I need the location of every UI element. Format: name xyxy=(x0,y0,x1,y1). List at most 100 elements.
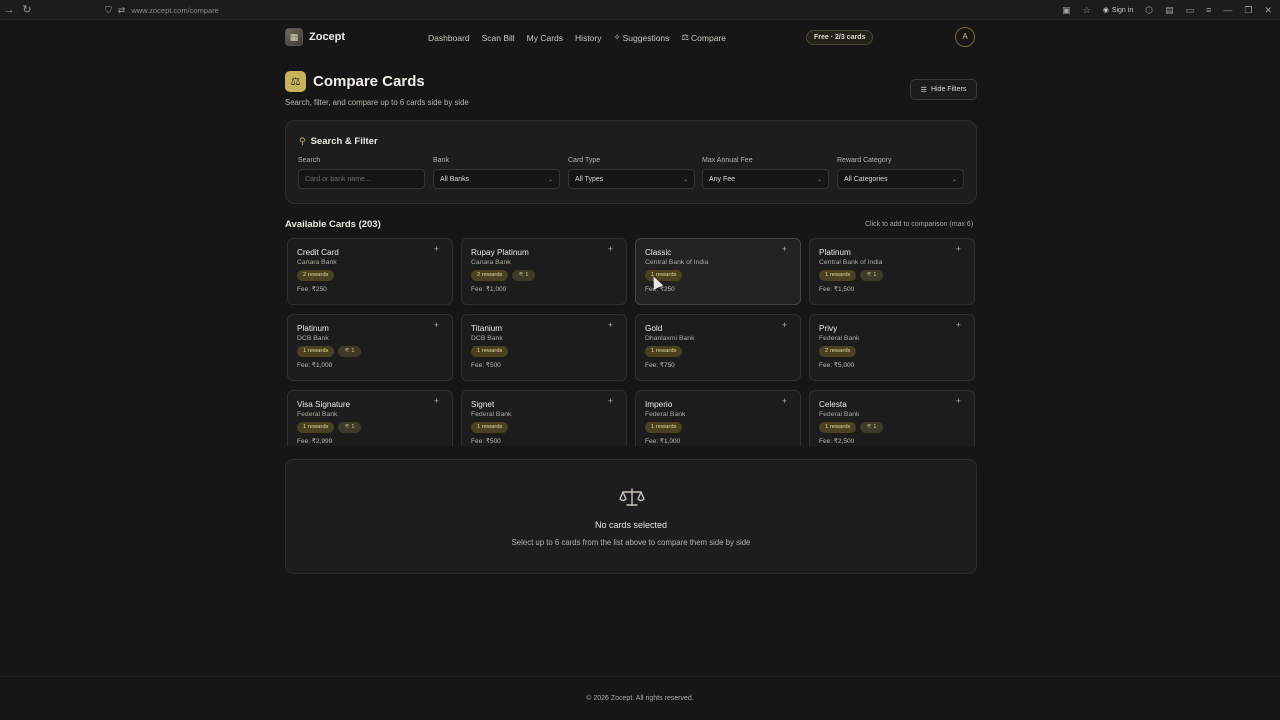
nav-compare-link[interactable]: ⚖ Compare xyxy=(681,32,726,43)
logo[interactable]: ▦ Zocept xyxy=(285,28,345,46)
card-fee: Fee: ₹5,000 xyxy=(819,362,855,369)
plus-icon[interactable]: + xyxy=(956,396,961,406)
back-icon[interactable]: → xyxy=(0,1,18,19)
avatar[interactable]: A xyxy=(955,27,975,47)
card-bank: Federal Bank xyxy=(819,411,860,418)
reload-icon[interactable]: ↻ xyxy=(18,1,36,19)
reward-category-field: Reward Category All Categories ⌄ xyxy=(837,157,964,189)
card-fee: Fee: ₹1,000 xyxy=(297,362,333,369)
card-fee: Fee: ₹500 xyxy=(471,438,501,445)
plus-icon[interactable]: + xyxy=(782,244,787,254)
card-badges: 1 rewards xyxy=(645,270,791,281)
bank-select[interactable]: All Banks ⌄ xyxy=(433,169,560,189)
nav-my-cards[interactable]: My Cards xyxy=(527,32,563,43)
card-tile[interactable]: + Privy Federal Bank 2 rewards Fee: ₹5,000 xyxy=(809,314,975,381)
nav-dashboard[interactable]: Dashboard xyxy=(428,32,470,43)
hide-filters-label: Hide Filters xyxy=(930,86,967,93)
card-tile[interactable]: + Platinum DCB Bank 1 rewards ⚟ 1 Fee: ₹1,000 xyxy=(287,314,453,381)
nav-history[interactable]: History xyxy=(575,32,601,43)
plus-icon[interactable]: + xyxy=(956,320,961,330)
rewards-badge: 1 rewards xyxy=(471,422,509,433)
rewards-badge: 1 rewards xyxy=(297,422,335,433)
card-type-field: Card Type All Types ⌄ xyxy=(568,157,695,189)
plus-icon[interactable]: + xyxy=(608,320,613,330)
minimize-icon[interactable]: — xyxy=(1223,5,1232,15)
plan-badge[interactable]: Free · 2/3 cards xyxy=(806,30,874,45)
search-field: Search Card or bank name... xyxy=(298,157,425,189)
nav-scan-bill[interactable]: Scan Bill xyxy=(482,32,515,43)
nav-suggestions-link[interactable]: ✧ Suggestions xyxy=(614,32,670,43)
card-tile[interactable]: + Credit Card Canara Bank 2 rewards Fee: ₹25… xyxy=(287,238,453,305)
filter-heading: ⚲ Search & Filter xyxy=(299,136,378,147)
card-tile[interactable]: + Imperio Federal Bank 1 rewards Fee: ₹1,000 xyxy=(635,390,801,446)
card-tile[interactable]: + Rupay Platinum Canara Bank 2 rewards ⚟ 1 Fe… xyxy=(461,238,627,305)
rewards-badge: 1 rewards xyxy=(645,346,683,357)
extensions-icon[interactable]: ⬡ xyxy=(1145,5,1153,16)
plus-icon[interactable]: + xyxy=(782,396,787,406)
close-icon[interactable]: ✕ xyxy=(1264,5,1272,16)
chevron-down-icon: ⌄ xyxy=(816,176,822,183)
plus-icon[interactable]: + xyxy=(956,244,961,254)
card-fee: Fee: ₹1,000 xyxy=(471,286,507,293)
browser-actions: ▣ ☆ ◉ Sign in ⬡ ▤ ▭ ≡ — ❐ ✕ xyxy=(1062,2,1272,18)
card-tile[interactable]: + Titanium DCB Bank 1 rewards Fee: ₹500 xyxy=(461,314,627,381)
card-badges: 1 rewards xyxy=(645,422,791,433)
max-fee-select[interactable]: Any Fee ⌄ xyxy=(702,169,829,189)
plus-icon[interactable]: + xyxy=(608,396,613,406)
rewards-badge: 1 rewards xyxy=(645,422,683,433)
card-tile[interactable]: + Visa Signature Federal Bank 1 rewards ⚟ 1 F… xyxy=(287,390,453,446)
card-fee: Fee: ₹1,500 xyxy=(819,286,855,293)
chevron-down-icon: ⌄ xyxy=(682,176,688,183)
card-badges: 2 rewards xyxy=(297,270,443,281)
plus-icon[interactable]: + xyxy=(434,244,439,254)
empty-description: Select up to 6 cards from the list above… xyxy=(511,538,751,547)
plus-icon[interactable]: + xyxy=(608,244,613,254)
reader-view-icon[interactable]: ▣ xyxy=(1062,5,1071,16)
cashback-count: 1 xyxy=(873,272,877,278)
filter-panel: ⚲ Search & Filter Search Card or bank na… xyxy=(285,120,977,204)
card-tile[interactable]: + Classic Central Bank of India 1 rewards Fe… xyxy=(635,238,801,305)
bookmark-star-icon[interactable]: ☆ xyxy=(1083,5,1091,16)
menu-icon[interactable]: ≡ xyxy=(1206,5,1211,15)
card-tile[interactable]: + Signet Federal Bank 1 rewards Fee: ₹500 xyxy=(461,390,627,446)
card-badges: 1 rewards ⚟ 1 xyxy=(297,346,443,357)
sign-in-button[interactable]: ◉ Sign in xyxy=(1103,6,1134,15)
search-input[interactable]: Card or bank name... xyxy=(298,169,425,189)
reward-category-select[interactable]: All Categories ⌄ xyxy=(837,169,964,189)
card-type-value: All Types xyxy=(575,175,604,183)
filter-heading-text: Search & Filter xyxy=(310,136,378,147)
card-name: Platinum xyxy=(297,324,329,333)
card-tile[interactable]: + Celesta Federal Bank 1 rewards ⚟ 1 Fee: ₹2,… xyxy=(809,390,975,446)
card-name: Gold xyxy=(645,324,663,333)
card-badges: 2 rewards xyxy=(819,346,965,357)
reward-category-label: Reward Category xyxy=(837,157,892,164)
wallet-icon[interactable]: ▤ xyxy=(1165,5,1174,16)
nav-suggestions: Suggestions xyxy=(622,32,670,43)
address-bar[interactable]: ⛉ ⇄ www.zocept.com/compare xyxy=(105,2,219,18)
card-badges: 1 rewards xyxy=(645,346,791,357)
card-type-select[interactable]: All Types ⌄ xyxy=(568,169,695,189)
rewards-badge: 1 rewards xyxy=(819,422,857,433)
card-fee: Fee: ₹500 xyxy=(471,362,501,369)
card-tile[interactable]: + Gold Dhanlaxmi Bank 1 rewards Fee: ₹750 xyxy=(635,314,801,381)
restore-icon[interactable]: ❐ xyxy=(1244,5,1252,16)
plus-icon[interactable]: + xyxy=(434,320,439,330)
hide-filters-button[interactable]: ☰ Hide Filters xyxy=(910,79,977,100)
search-label: Search xyxy=(298,157,321,164)
plus-icon[interactable]: + xyxy=(434,396,439,406)
sidebar-icon[interactable]: ▭ xyxy=(1186,5,1195,16)
card-bank: Federal Bank xyxy=(645,411,686,418)
card-tile[interactable]: + Platinum Central Bank of India 1 rewards ⚟… xyxy=(809,238,975,305)
cashback-badge: ⚟ 1 xyxy=(512,270,535,281)
rewards-badge: 1 rewards xyxy=(819,270,857,281)
card-grid: + Credit Card Canara Bank 2 rewards Fee: ₹25… xyxy=(287,238,975,446)
site-settings-icon[interactable]: ⇄ xyxy=(118,5,126,16)
card-name: Credit Card xyxy=(297,248,339,257)
sign-in-label: Sign in xyxy=(1111,6,1134,14)
card-name: Platinum xyxy=(819,248,851,257)
scale-icon: ⚖ xyxy=(285,71,306,92)
card-bank: Federal Bank xyxy=(819,335,860,342)
plus-icon[interactable]: + xyxy=(782,320,787,330)
url-text[interactable]: www.zocept.com/compare xyxy=(131,6,219,15)
logo-text: Zocept xyxy=(309,31,346,43)
